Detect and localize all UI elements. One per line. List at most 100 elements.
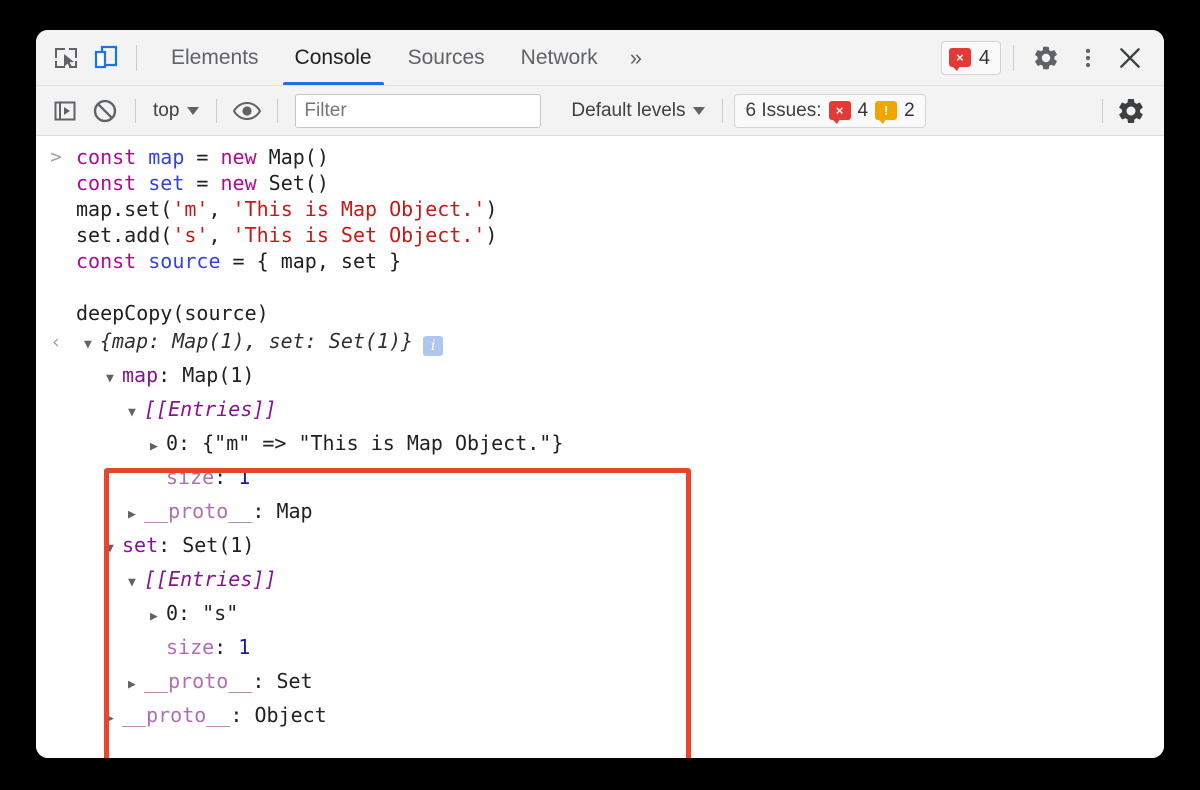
console-output-area[interactable]: > const map = new Map() const set = new Se… (36, 136, 1164, 758)
inspect-element-icon[interactable] (46, 38, 86, 78)
result-row-set[interactable]: ▼ set: Set(1) (36, 530, 1164, 564)
error-count-value: 4 (978, 46, 990, 69)
disclosure-spacer: ▶ (150, 636, 166, 666)
issues-warning-icon: ! (875, 101, 898, 124)
result-token: 1 (238, 635, 251, 659)
disclosure-triangle-expanded-icon[interactable]: ▼ (128, 568, 144, 598)
tab-elements[interactable]: Elements (153, 30, 277, 85)
console-settings-gear-icon[interactable] (1112, 92, 1150, 130)
console-toolbar-divider-3 (277, 98, 279, 123)
result-row-map-entries[interactable]: ▼ [[Entries]] (36, 394, 1164, 428)
console-toolbar-divider-4 (722, 98, 724, 123)
disclosure-triangle-collapsed-icon[interactable]: ▶ (150, 432, 166, 462)
disclosure-triangle-expanded-icon[interactable]: ▼ (84, 330, 100, 360)
console-input-line: > const map = new Map() (36, 144, 1164, 170)
code-token: 'This is Map Object.' (232, 197, 486, 221)
console-input-line: const set = new Set() (36, 170, 1164, 196)
execution-context-selector[interactable]: top (147, 100, 205, 122)
result-row-root-proto[interactable]: ▶ __proto__: Object (36, 700, 1164, 734)
code-token: deepCopy(source) (76, 301, 269, 325)
result-row-content: ▼ {map: Map(1), set: Set(1)} i (76, 326, 1164, 360)
log-levels-selector[interactable]: Default levels (565, 100, 711, 122)
result-row-content: ▶ __proto__: Set (76, 666, 1164, 700)
close-icon[interactable] (1110, 38, 1150, 78)
console-toolbar-divider-2 (216, 98, 218, 123)
chevron-down-icon-levels (693, 106, 706, 115)
tab-bar-right-controls: × 4 (940, 38, 1150, 78)
result-token: : (214, 465, 239, 489)
code-token: set.add( (76, 223, 173, 247)
result-root-row[interactable]: ‹ ▼ {map: Map(1), set: Set(1)} i (36, 326, 1164, 360)
issues-chip[interactable]: 6 Issues: × 4 ! 2 (734, 93, 926, 128)
result-row-set-entry-0[interactable]: ▶ 0: "s" (36, 598, 1164, 632)
issues-error-icon: × (828, 101, 851, 124)
result-row-set-proto[interactable]: ▶ __proto__: Set (36, 666, 1164, 700)
error-badge-icon: × (948, 48, 971, 71)
tab-network-label: Network (520, 45, 598, 69)
disclosure-triangle-collapsed-icon[interactable]: ▶ (106, 704, 122, 734)
result-token: : (158, 533, 183, 557)
issues-label: 6 Issues: (745, 99, 822, 121)
device-toolbar-icon[interactable] (86, 38, 126, 78)
result-row-map-size[interactable]: ▶size: 1 (36, 462, 1164, 496)
info-icon[interactable]: i (423, 336, 444, 356)
result-token: "s" (202, 601, 239, 625)
console-input-caret: > (50, 146, 62, 168)
result-token: : (252, 669, 277, 693)
disclosure-triangle-collapsed-icon[interactable]: ▶ (128, 500, 144, 530)
code-token: Map() (268, 145, 329, 169)
console-input-line: const source = { map, set } (36, 248, 1164, 274)
result-token: 1 (238, 465, 251, 489)
tab-network[interactable]: Network (503, 30, 616, 85)
gear-icon[interactable] (1026, 38, 1066, 78)
result-token: Set(1) (182, 533, 255, 557)
error-count-chip[interactable]: × 4 (940, 40, 1001, 75)
result-token: 0 (166, 431, 179, 455)
code-token: const (76, 249, 149, 273)
console-toolbar-divider-5 (1102, 98, 1103, 123)
console-result-block[interactable]: ‹ ▼ {map: Map(1), set: Set(1)} i ▼ map: Map(1… (36, 326, 1164, 734)
code-token: map (148, 145, 185, 169)
filter-input[interactable] (295, 93, 542, 128)
code-token: const (76, 145, 149, 169)
result-row-map[interactable]: ▼ map: Map(1) (36, 360, 1164, 394)
result-row-content: ▶ __proto__: Map (76, 496, 1164, 530)
log-levels-wrapper: Default levels (565, 100, 711, 122)
code-token: ) (485, 197, 498, 221)
console-input-block[interactable]: > const map = new Map() const set = new Se… (36, 136, 1164, 326)
clear-console-icon[interactable] (86, 92, 124, 130)
live-expression-icon[interactable] (228, 92, 266, 130)
tab-elements-label: Elements (171, 45, 259, 69)
chevron-down-icon (187, 106, 200, 115)
kebab-menu-icon[interactable] (1068, 38, 1108, 78)
tab-sources[interactable]: Sources (390, 30, 503, 85)
disclosure-triangle-expanded-icon[interactable]: ▼ (128, 398, 144, 428)
execution-context-label: top (153, 99, 180, 121)
code-token: 's' (172, 223, 209, 247)
more-tabs-icon[interactable]: » (616, 30, 656, 85)
result-row-set-entries[interactable]: ▼ [[Entries]] (36, 564, 1164, 598)
devtools-tab-bar: Elements Console Sources Network » × 4 (36, 30, 1164, 86)
console-toolbar-right (1093, 92, 1150, 130)
disclosure-triangle-collapsed-icon[interactable]: ▶ (128, 670, 144, 700)
disclosure-triangle-expanded-icon[interactable]: ▼ (106, 364, 122, 394)
console-input-code: const map = new Map() (76, 144, 1164, 170)
disclosure-triangle-expanded-icon[interactable]: ▼ (106, 534, 122, 564)
code-token: = (184, 145, 221, 169)
log-levels-label: Default levels (571, 99, 686, 121)
result-token: : (158, 363, 183, 387)
result-row-map-proto[interactable]: ▶ __proto__: Map (36, 496, 1164, 530)
result-token: set (122, 533, 159, 557)
execute-sidebar-icon[interactable] (46, 92, 84, 130)
console-toolbar: top Default levels 6 Issues: × 4 (36, 86, 1164, 136)
disclosure-triangle-collapsed-icon[interactable]: ▶ (150, 602, 166, 632)
code-token: , (208, 223, 233, 247)
tab-console[interactable]: Console (277, 30, 390, 85)
result-row-map-entry-0[interactable]: ▶ 0: {"m" => "This is Map Object."} (36, 428, 1164, 462)
result-row-content: ▼ [[Entries]] (76, 564, 1164, 598)
result-row-set-size[interactable]: ▶size: 1 (36, 632, 1164, 666)
code-token: { map, set } (256, 249, 402, 273)
result-row-content: ▼ map: Map(1) (76, 360, 1164, 394)
console-input-code: set.add('s', 'This is Set Object.') (76, 222, 1164, 248)
disclosure-spacer: ▶ (150, 466, 166, 496)
